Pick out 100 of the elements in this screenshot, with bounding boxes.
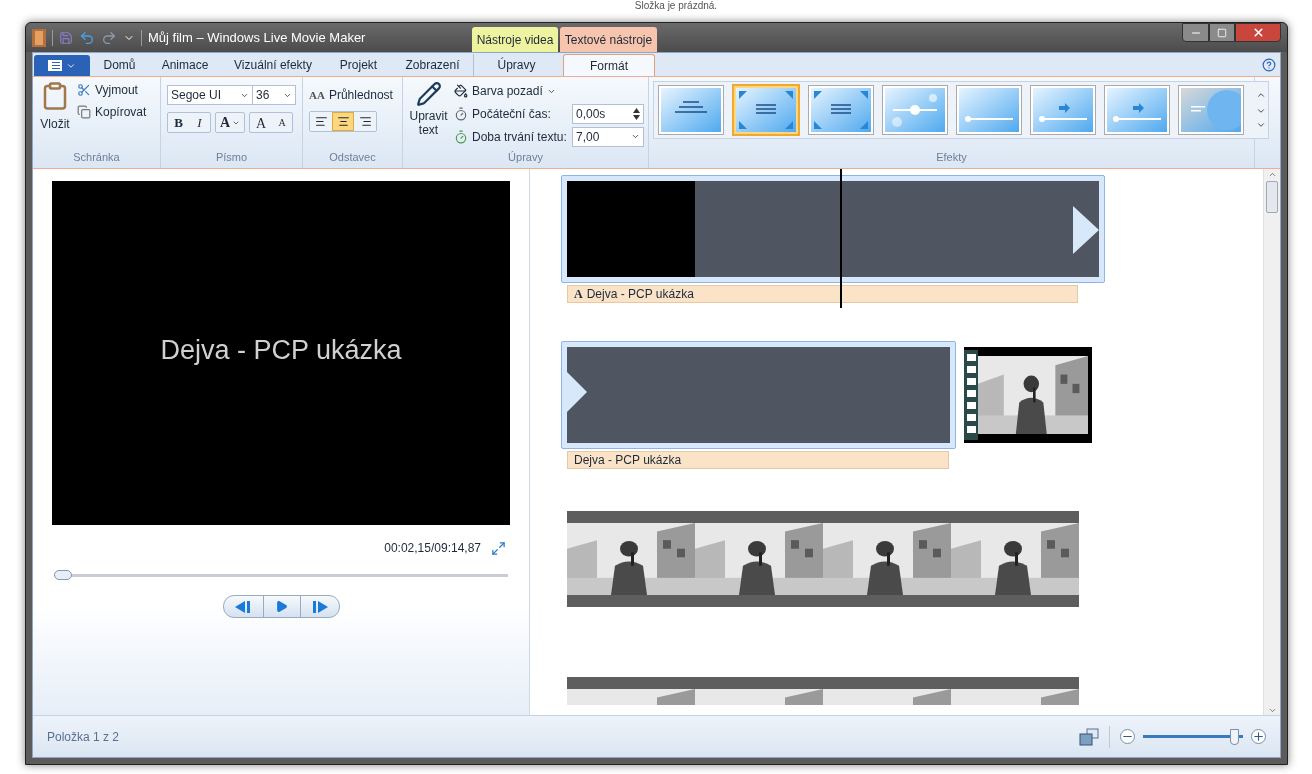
title-clip[interactable] bbox=[561, 175, 1105, 283]
bold-button[interactable]: B bbox=[168, 113, 189, 132]
start-time-label: Počáteční čas: bbox=[472, 105, 552, 123]
zoom-track[interactable] bbox=[1143, 727, 1243, 746]
app-menu-button[interactable] bbox=[34, 55, 90, 76]
video-clip[interactable] bbox=[567, 511, 1079, 607]
seek-track[interactable] bbox=[54, 569, 508, 581]
start-time-field[interactable]: 0,00s bbox=[572, 103, 644, 124]
ribbon-tab[interactable]: Projekt bbox=[325, 54, 392, 76]
effect-preview-icon bbox=[661, 88, 721, 132]
video-clip[interactable] bbox=[964, 347, 1092, 443]
video-clip[interactable] bbox=[567, 677, 1079, 705]
ribbon-tab[interactable]: Formát bbox=[563, 54, 655, 76]
save-icon[interactable] bbox=[59, 30, 73, 45]
paste-button[interactable]: Vložit bbox=[37, 81, 73, 149]
scrollbar[interactable] bbox=[1263, 169, 1280, 715]
align-icon bbox=[314, 115, 328, 128]
spinner-arrows-icon bbox=[633, 107, 640, 120]
ribbon-tab[interactable]: Zobrazení bbox=[392, 54, 473, 76]
fullscreen-icon[interactable] bbox=[491, 540, 506, 556]
desktop-text: Složka je prázdná. bbox=[634, 0, 718, 11]
edit-text-button[interactable]: Upravit text bbox=[407, 81, 450, 149]
copy-icon bbox=[77, 105, 91, 119]
duration-label: Doba trvání textu: bbox=[472, 128, 568, 146]
font-family-dropdown[interactable]: Segoe UI bbox=[167, 85, 253, 105]
effect-preview-icon bbox=[885, 88, 945, 132]
transition-notch-icon bbox=[1073, 206, 1099, 254]
effect-thumbnail[interactable] bbox=[1104, 85, 1170, 135]
scroll-down-icon[interactable] bbox=[1267, 706, 1277, 715]
caption-bar[interactable]: Dejva - PCP ukázka bbox=[567, 451, 949, 469]
help-icon[interactable] bbox=[1262, 58, 1276, 72]
previous-frame-icon bbox=[235, 600, 251, 613]
status-text: Položka 1 z 2 bbox=[47, 728, 120, 746]
scroll-down-icon[interactable] bbox=[1256, 106, 1266, 116]
context-tab-header: Textové nástroje bbox=[560, 27, 657, 52]
play-icon bbox=[275, 600, 288, 613]
zoom-in-icon[interactable] bbox=[1251, 729, 1266, 744]
effect-preview-icon bbox=[1033, 88, 1093, 132]
align-button[interactable] bbox=[354, 112, 376, 131]
close-button[interactable] bbox=[1235, 23, 1281, 42]
close-icon bbox=[1251, 26, 1265, 39]
zoom-thumb[interactable] bbox=[1230, 728, 1240, 745]
next-frame-icon bbox=[311, 600, 328, 613]
scroll-up-icon[interactable] bbox=[1267, 170, 1277, 179]
caption-bar[interactable]: A Dejva - PCP ukázka bbox=[567, 285, 1078, 303]
caption-text: Dejva - PCP ukázka bbox=[574, 452, 682, 469]
context-tab-header: Nástroje videa bbox=[472, 27, 558, 52]
group-label: Odstavec bbox=[328, 149, 377, 165]
align-icon bbox=[336, 115, 350, 128]
effect-thumbnail[interactable] bbox=[882, 85, 948, 135]
seek-thumb[interactable] bbox=[54, 570, 72, 580]
shrink-font-button[interactable]: A bbox=[272, 113, 292, 132]
effect-thumbnail[interactable] bbox=[956, 85, 1022, 135]
ribbon-tab[interactable]: Animace bbox=[149, 54, 221, 76]
effect-preview-icon bbox=[811, 88, 871, 132]
title-clip[interactable] bbox=[561, 341, 956, 449]
grow-font-button[interactable]: A bbox=[250, 113, 272, 132]
align-button[interactable] bbox=[332, 112, 354, 131]
maximize-button[interactable] bbox=[1209, 23, 1235, 42]
time-readout: 00:02,15/09:14,87 bbox=[384, 540, 481, 557]
duration-field[interactable]: 7,00 bbox=[572, 126, 644, 147]
transparency-button[interactable]: AA Průhlednost bbox=[309, 86, 393, 104]
undo-icon[interactable] bbox=[79, 29, 95, 46]
group-label: Schránka bbox=[72, 149, 121, 165]
copy-button[interactable]: Kopírovat bbox=[77, 103, 147, 121]
effect-preview-icon bbox=[1181, 88, 1241, 132]
ribbon-tab[interactable]: Vizuální efekty bbox=[221, 54, 325, 76]
align-button[interactable] bbox=[310, 112, 332, 131]
stopwatch-icon bbox=[454, 129, 468, 144]
preview-title-text: Dejva - PCP ukázka bbox=[160, 333, 402, 367]
redo-icon[interactable] bbox=[101, 29, 117, 46]
scroll-up-icon[interactable] bbox=[1256, 90, 1266, 100]
effect-thumbnail[interactable] bbox=[808, 85, 874, 135]
effect-preview-icon bbox=[1107, 88, 1167, 132]
effect-thumbnail[interactable] bbox=[1030, 85, 1096, 135]
cut-button[interactable]: Vyjmout bbox=[77, 81, 147, 99]
background-color-button[interactable]: Barva pozadí bbox=[454, 81, 644, 101]
caption-text: Dejva - PCP ukázka bbox=[586, 286, 694, 303]
font-color-button[interactable]: A bbox=[215, 112, 245, 133]
zoom-out-icon[interactable] bbox=[1120, 729, 1135, 744]
scroll-thumb[interactable] bbox=[1266, 181, 1278, 213]
thumbnail-size-icon[interactable] bbox=[1079, 727, 1099, 746]
effect-preview-icon bbox=[736, 88, 796, 132]
group-label: Efekty bbox=[935, 149, 968, 165]
text-glyph: A bbox=[574, 286, 583, 303]
font-size-dropdown[interactable]: 36 bbox=[253, 85, 296, 105]
effect-preview-icon bbox=[959, 88, 1019, 132]
effect-thumbnail[interactable] bbox=[658, 85, 724, 135]
maximize-icon bbox=[1217, 27, 1227, 38]
italic-button[interactable]: I bbox=[189, 113, 210, 132]
caret-icon bbox=[631, 132, 640, 141]
film-icon bbox=[32, 28, 46, 47]
ribbon-tab[interactable]: Domů bbox=[90, 54, 149, 76]
minimize-button[interactable] bbox=[1182, 23, 1209, 42]
effect-thumbnail[interactable] bbox=[732, 84, 800, 136]
align-icon bbox=[358, 115, 372, 128]
effect-thumbnail[interactable] bbox=[1178, 85, 1244, 135]
more-icon[interactable] bbox=[1256, 120, 1266, 130]
group-label: Úpravy bbox=[507, 149, 544, 165]
paint-bucket-icon bbox=[454, 84, 468, 98]
